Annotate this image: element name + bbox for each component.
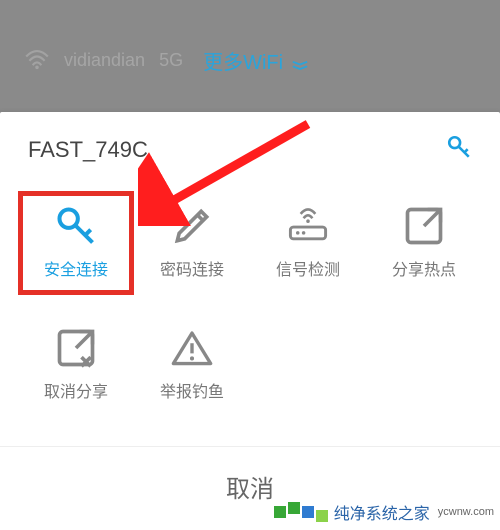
action-pwd-connect[interactable]: 密码连接: [134, 191, 250, 295]
watermark-logo-icon: [274, 506, 328, 518]
share-cancel-icon: [54, 328, 98, 368]
ssid-title: FAST_749C: [28, 137, 148, 163]
action-share-hotspot[interactable]: 分享热点: [366, 191, 482, 295]
router-icon: [286, 206, 330, 246]
action-label: 分享热点: [392, 256, 456, 280]
wifi-icon: [24, 50, 50, 70]
action-label: 密码连接: [160, 256, 224, 280]
action-label: 举报钓鱼: [160, 378, 224, 402]
dim-ssid: vidiandian: [64, 50, 145, 71]
watermark-text: 纯净系统之家: [334, 500, 430, 524]
cancel-label: 取消: [226, 476, 274, 503]
share-icon: [402, 206, 446, 246]
more-wifi-link[interactable]: 更多WiFi: [203, 46, 309, 75]
action-label: 信号检测: [276, 256, 340, 280]
action-report-phish[interactable]: 举报钓鱼: [134, 313, 250, 417]
more-wifi-label: 更多WiFi: [203, 46, 283, 75]
warning-icon: [170, 328, 214, 368]
sheet-header: FAST_749C: [0, 112, 500, 181]
backdrop-wifi-row: vidiandian 5G 更多WiFi: [0, 0, 500, 120]
action-sheet: FAST_749C 安全连接 密码连接 信号检测: [0, 112, 500, 530]
key-icon: [446, 134, 472, 165]
chevron-down-icon: [291, 54, 309, 66]
action-grid: 安全连接 密码连接 信号检测 分享热点 取消分享: [0, 181, 500, 417]
action-label: 安全连接: [44, 256, 108, 280]
action-signal-test[interactable]: 信号检测: [250, 191, 366, 295]
watermark-url: ycwnw.com: [438, 506, 494, 518]
watermark: 纯净系统之家 ycwnw.com: [274, 500, 494, 524]
action-secure-connect[interactable]: 安全连接: [18, 191, 134, 295]
key-icon: [54, 206, 98, 246]
pencil-icon: [170, 206, 214, 246]
action-label: 取消分享: [44, 378, 108, 402]
action-cancel-share[interactable]: 取消分享: [18, 313, 134, 417]
dim-band: 5G: [159, 50, 183, 71]
